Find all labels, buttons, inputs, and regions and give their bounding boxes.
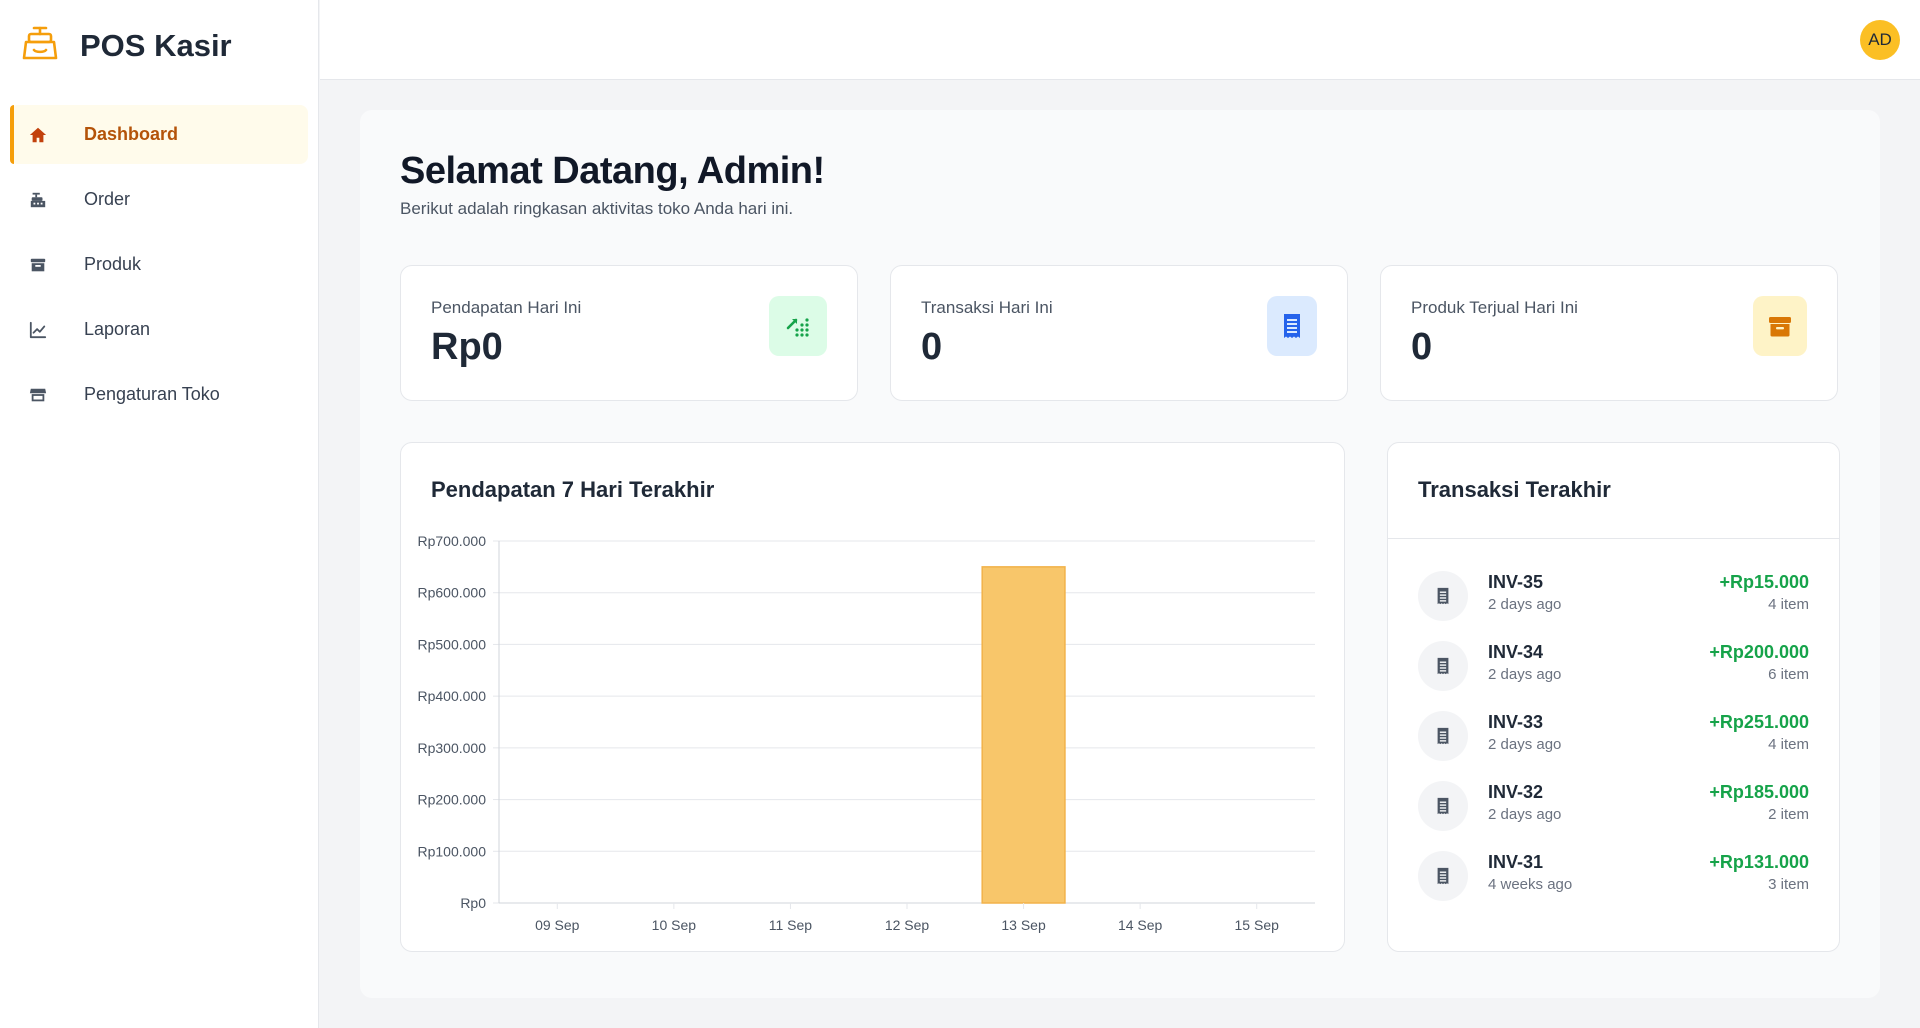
x-tick-label: 15 Sep <box>1235 917 1280 933</box>
recent-transactions-card: Transaksi Terakhir INV-35 2 days ago +Rp15… <box>1387 442 1840 952</box>
home-icon <box>26 123 50 147</box>
transaction-amount: +Rp185.000 <box>1709 782 1809 802</box>
sidebar-item-label: Pengaturan Toko <box>84 384 220 404</box>
stat-value: 0 <box>921 326 943 368</box>
x-tick-label: 12 Sep <box>885 917 930 933</box>
cash-register-icon <box>26 188 50 212</box>
sidebar-item-label: Laporan <box>84 319 151 339</box>
transaction-amount: +Rp200.000 <box>1709 642 1809 662</box>
y-tick-label: Rp200.000 <box>417 792 486 808</box>
sidebar-item-order[interactable]: Order <box>10 170 308 229</box>
x-tick-label: 09 Sep <box>535 917 580 933</box>
sidebar: POS Kasir Dashboard Order Produk Laporan <box>0 0 319 1028</box>
sidebar-item-produk[interactable]: Produk <box>10 235 308 294</box>
stat-value: 0 <box>1411 326 1433 368</box>
transaction-time: 2 days ago <box>1488 806 1562 823</box>
revenue-chart-card: Pendapatan 7 Hari Terakhir Rp0 Rp100.000 R… <box>400 442 1345 952</box>
y-tick-label: Rp100.000 <box>417 843 486 859</box>
transaction-time: 2 days ago <box>1488 736 1562 753</box>
transaction-amount: +Rp251.000 <box>1709 712 1809 732</box>
sidebar-item-label: Dashboard <box>84 124 179 144</box>
receipt-icon <box>1418 571 1468 621</box>
y-tick-label: Rp300.000 <box>417 740 486 756</box>
stat-value: Rp0 <box>431 326 503 368</box>
dashboard-panel: Selamat Datang, Admin! Berikut adalah ri… <box>360 110 1880 998</box>
y-tick-label: Rp400.000 <box>417 688 486 704</box>
transaction-invoice: INV-34 <box>1488 642 1544 662</box>
receipt-icon <box>1418 641 1468 691</box>
app-name: POS Kasir <box>80 28 232 63</box>
page-subtitle: Berikut adalah ringkasan aktivitas toko … <box>400 199 794 218</box>
transaction-row[interactable]: INV-34 2 days ago +Rp200.000 6 item <box>1418 638 1809 708</box>
transaction-item-count: 6 item <box>1768 666 1809 683</box>
divider <box>1388 538 1839 539</box>
transaction-amount: +Rp131.000 <box>1709 852 1809 872</box>
x-tick-label: 13 Sep <box>1001 917 1046 933</box>
welcome-section: Selamat Datang, Admin! Berikut adalah ri… <box>400 150 825 219</box>
y-tick-label: Rp600.000 <box>417 585 486 601</box>
receipt-icon <box>1418 851 1468 901</box>
x-tick-label: 11 Sep <box>769 917 813 933</box>
transaction-invoice: INV-32 <box>1488 782 1544 802</box>
stat-card-revenue: Pendapatan Hari Ini Rp0 <box>400 265 858 401</box>
receipt-icon <box>1418 781 1468 831</box>
transactions-list: INV-35 2 days ago +Rp15.000 4 item INV-34 2 d… <box>1418 568 1809 918</box>
sidebar-item-label: Order <box>84 189 131 209</box>
transaction-invoice: INV-31 <box>1488 852 1544 872</box>
bar <box>981 566 1066 904</box>
transaction-row[interactable]: INV-33 2 days ago +Rp251.000 4 item <box>1418 708 1809 778</box>
x-tick-label: 14 Sep <box>1118 917 1163 933</box>
page-title: Selamat Datang, Admin! <box>400 150 825 192</box>
y-tick-label: Rp0 <box>460 895 486 911</box>
line-chart-icon <box>26 318 50 342</box>
stat-label: Produk Terjual Hari Ini <box>1411 298 1578 317</box>
transaction-item-count: 2 item <box>1768 806 1809 823</box>
transaction-row[interactable]: INV-35 2 days ago +Rp15.000 4 item <box>1418 568 1809 638</box>
transaction-item-count: 3 item <box>1768 876 1809 893</box>
topbar: AD <box>320 0 1920 80</box>
transaction-time: 4 weeks ago <box>1488 876 1573 893</box>
stat-label: Transaksi Hari Ini <box>921 298 1053 317</box>
sidebar-item-laporan[interactable]: Laporan <box>10 300 308 359</box>
receipt-icon <box>1418 711 1468 761</box>
x-tick-label: 10 Sep <box>652 917 697 933</box>
transaction-item-count: 4 item <box>1768 736 1809 753</box>
sidebar-item-dashboard[interactable]: Dashboard <box>10 105 308 164</box>
transaction-item-count: 4 item <box>1768 596 1809 613</box>
stat-label: Pendapatan Hari Ini <box>431 298 582 317</box>
transaction-row[interactable]: INV-32 2 days ago +Rp185.000 2 item <box>1418 778 1809 848</box>
stat-card-products-sold: Produk Terjual Hari Ini 0 <box>1380 265 1838 401</box>
sidebar-nav: Dashboard Order Produk Laporan Pengatura… <box>10 105 308 430</box>
revenue-bar-chart: Rp0 Rp100.000 Rp200.000 Rp300.000 Rp400.000 R… <box>417 533 1315 933</box>
transaction-amount: +Rp15.000 <box>1719 572 1809 592</box>
trend-up-icon <box>769 296 827 356</box>
transaction-invoice: INV-33 <box>1488 712 1544 732</box>
avatar[interactable]: AD <box>1860 20 1900 60</box>
store-icon <box>26 383 50 407</box>
transaction-row[interactable]: INV-31 4 weeks ago +Rp131.000 3 item <box>1418 848 1809 918</box>
stat-card-transactions: Transaksi Hari Ini 0 <box>890 265 1348 401</box>
sidebar-item-label: Produk <box>84 254 142 274</box>
transaction-time: 2 days ago <box>1488 666 1562 683</box>
transaction-invoice: INV-35 <box>1488 572 1544 592</box>
brand[interactable]: POS Kasir <box>20 24 232 68</box>
archive-icon <box>26 253 50 277</box>
box-icon <box>1753 296 1807 356</box>
y-tick-label: Rp700.000 <box>417 533 486 549</box>
cash-register-icon <box>20 24 60 69</box>
transactions-title: Transaksi Terakhir <box>1418 477 1611 502</box>
y-tick-label: Rp500.000 <box>417 636 486 652</box>
sidebar-item-pengaturan-toko[interactable]: Pengaturan Toko <box>10 365 308 424</box>
receipt-icon <box>1267 296 1317 356</box>
transaction-time: 2 days ago <box>1488 596 1562 613</box>
